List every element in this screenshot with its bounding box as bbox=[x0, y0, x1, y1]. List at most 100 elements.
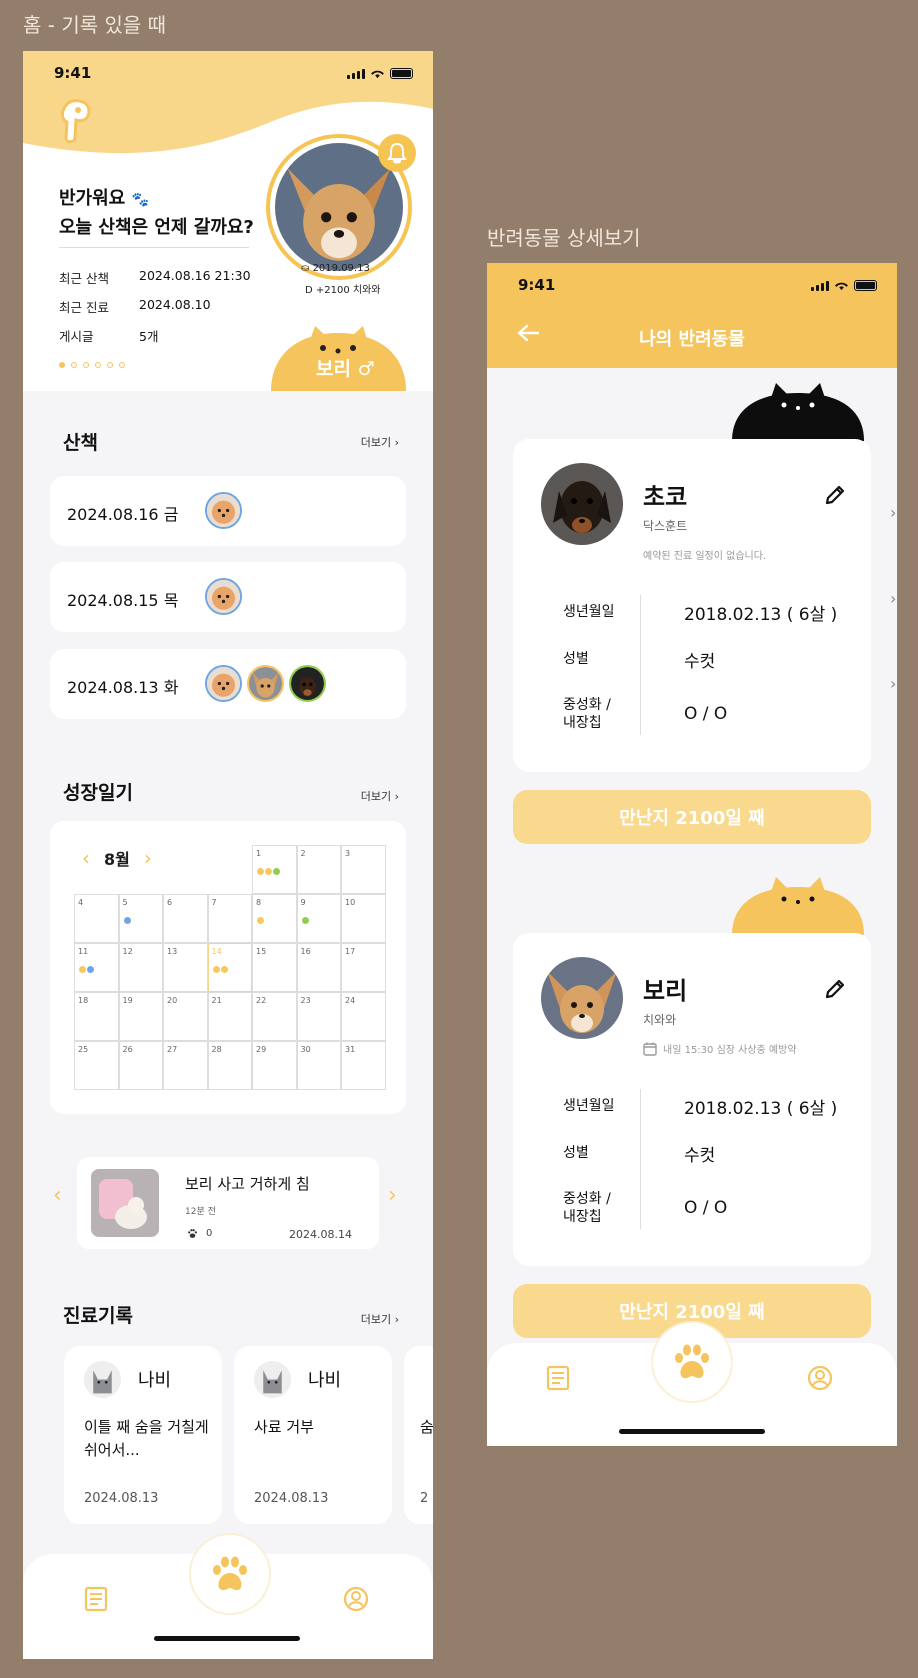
calendar-day[interactable]: 27 bbox=[163, 1041, 208, 1090]
pet-card[interactable]: 보리 치와와 내일 15:30 심장 사상충 예방약 생년월일 2018.02.… bbox=[513, 933, 871, 1266]
neuter-value: O / O bbox=[684, 704, 728, 724]
info-value: 2024.08.16 21:30 bbox=[139, 268, 251, 283]
divider bbox=[59, 247, 249, 248]
walk-entry[interactable]: 2024.08.13 화 bbox=[50, 649, 406, 719]
pomeranian-avatar bbox=[205, 578, 242, 615]
calendar-day-number: 23 bbox=[300, 996, 311, 1005]
info-label: 최근 산책 bbox=[59, 271, 109, 286]
page-indicator[interactable] bbox=[59, 362, 125, 368]
calendar-day[interactable]: 19 bbox=[118, 992, 163, 1041]
calendar-day[interactable]: 18 bbox=[74, 992, 119, 1041]
medical-card[interactable]: 나비 사료 거부 2024.08.13 bbox=[234, 1346, 392, 1524]
calendar-day[interactable]: 28 bbox=[207, 1041, 252, 1090]
calendar-day[interactable]: 12 bbox=[118, 943, 163, 992]
edit-icon[interactable] bbox=[823, 483, 847, 507]
calendar-day-number: 27 bbox=[167, 1045, 178, 1054]
calendar-day-number: 6 bbox=[167, 898, 173, 907]
detail-title: 나의 반려동물 bbox=[639, 329, 745, 350]
calendar-day-number: 16 bbox=[300, 947, 311, 956]
diary-card[interactable]: 보리 사고 거하게 침 12분 전 0 2024.08.14 bbox=[77, 1157, 379, 1249]
list-icon[interactable] bbox=[543, 1363, 573, 1393]
calendar-day[interactable]: 14 bbox=[207, 943, 252, 992]
status-time: 9:41 bbox=[518, 276, 556, 294]
divider bbox=[640, 1089, 641, 1229]
list-icon[interactable] bbox=[81, 1584, 111, 1614]
bell-icon[interactable] bbox=[378, 134, 416, 172]
medical-card[interactable]: 숨 2 bbox=[404, 1346, 433, 1524]
calendar-day[interactable]: 9 bbox=[296, 894, 341, 943]
pet-breed: 치와와 bbox=[643, 1013, 677, 1027]
battery-icon bbox=[390, 68, 413, 79]
calendar-day[interactable]: 21 bbox=[207, 992, 252, 1041]
pet-name[interactable]: 보리 ♂ bbox=[316, 354, 375, 381]
status-icons bbox=[811, 280, 877, 291]
medical-more-link[interactable]: 더보기 › bbox=[361, 1311, 399, 1327]
pomeranian-avatar bbox=[205, 492, 242, 529]
profile-icon[interactable] bbox=[341, 1584, 371, 1614]
calendar-day[interactable]: 4 bbox=[74, 894, 119, 943]
calendar-day[interactable]: 31 bbox=[341, 1041, 386, 1090]
calendar-day[interactable]: 25 bbox=[74, 1041, 119, 1090]
calendar-day[interactable]: 16 bbox=[296, 943, 341, 992]
edit-icon[interactable] bbox=[823, 977, 847, 1001]
calendar-day[interactable]: 2 bbox=[296, 845, 341, 894]
paw-icon: 🐾 bbox=[131, 192, 149, 208]
pet-dday: D +2100 치와와 bbox=[305, 285, 381, 296]
greeting: 반가워요 🐾 오늘 산책은 언제 갈까요? bbox=[59, 185, 254, 241]
paw-icon[interactable] bbox=[651, 1321, 733, 1403]
calendar-day[interactable]: 22 bbox=[252, 992, 297, 1041]
calendar-day[interactable]: 10 bbox=[341, 894, 386, 943]
calendar-day-number: 29 bbox=[256, 1045, 267, 1054]
pet-card[interactable]: 초코 닥스훈트 예약된 진료 일정이 없습니다. 생년월일 2018.02.13… bbox=[513, 439, 871, 772]
calendar-day[interactable]: 29 bbox=[252, 1041, 297, 1090]
growth-title: 성장일기 bbox=[63, 782, 133, 804]
calendar-day[interactable]: 24 bbox=[341, 992, 386, 1041]
walk-entry[interactable]: 2024.08.16 금 bbox=[50, 476, 406, 546]
logo-icon[interactable] bbox=[59, 98, 93, 144]
calendar-day[interactable]: 26 bbox=[118, 1041, 163, 1090]
calendar-day-number: 1 bbox=[256, 849, 262, 858]
diary-next-button[interactable]: › bbox=[388, 1183, 397, 1208]
diary-date: 2024.08.14 bbox=[289, 1228, 352, 1241]
sex-label: 성별 bbox=[563, 651, 589, 667]
info-row-medical: 최근 진료 2024.08.10 bbox=[59, 297, 211, 316]
wifi-icon bbox=[835, 282, 848, 291]
calendar-day[interactable]: 23 bbox=[296, 992, 341, 1041]
pet-breed: 닥스훈트 bbox=[643, 519, 688, 533]
record-markers bbox=[301, 917, 309, 924]
calendar-day[interactable]: 5 bbox=[118, 894, 163, 943]
walk-more-link[interactable]: 더보기 › bbox=[361, 434, 399, 450]
calendar-day[interactable]: 7 bbox=[207, 894, 252, 943]
calendar-day[interactable]: 17 bbox=[341, 943, 386, 992]
medical-card[interactable]: 나비 이틀 째 숨을 거칠게 쉬어서... 2024.08.13 bbox=[64, 1346, 222, 1524]
diary-prev-button[interactable]: ‹ bbox=[53, 1183, 62, 1208]
growth-more-link[interactable]: 더보기 › bbox=[361, 788, 399, 804]
calendar-day[interactable]: 6 bbox=[163, 894, 208, 943]
paw-icon[interactable] bbox=[189, 1533, 271, 1615]
calendar-day-number: 26 bbox=[122, 1045, 133, 1054]
pet-schedule: 내일 15:30 심장 사상충 예방약 bbox=[643, 1041, 797, 1056]
walk-date: 2024.08.15 목 bbox=[67, 591, 179, 610]
record-dot bbox=[273, 868, 280, 875]
calendar-day[interactable]: 13 bbox=[163, 943, 208, 992]
calendar-day[interactable]: 8 bbox=[252, 894, 297, 943]
calendar-day[interactable]: 30 bbox=[296, 1041, 341, 1090]
profile-icon[interactable] bbox=[805, 1363, 835, 1393]
cat-avatar bbox=[254, 1361, 291, 1398]
walk-entry[interactable]: 2024.08.15 목 bbox=[50, 562, 406, 632]
calendar-day-number: 14 bbox=[211, 947, 222, 956]
calendar-day-number: 31 bbox=[345, 1045, 356, 1054]
calendar-day[interactable]: 1 bbox=[252, 845, 297, 894]
calendar-day[interactable]: 15 bbox=[252, 943, 297, 992]
diary-like-count: 0 bbox=[206, 1228, 213, 1239]
calendar-icon bbox=[643, 1042, 657, 1056]
calendar-day[interactable]: 20 bbox=[163, 992, 208, 1041]
pet-photo bbox=[541, 957, 623, 1039]
meet-days-button[interactable]: 만난지 2100일 째 bbox=[513, 790, 871, 844]
calendar-day[interactable]: 3 bbox=[341, 845, 386, 894]
info-row-posts: 게시글 5개 bbox=[59, 326, 158, 345]
birth-label: 생년월일 bbox=[563, 604, 615, 620]
calendar-day[interactable]: 11 bbox=[74, 943, 119, 992]
walk-date: 2024.08.13 화 bbox=[67, 678, 179, 697]
neuter-label: 중성화 / 내장칩 bbox=[563, 1191, 611, 1225]
